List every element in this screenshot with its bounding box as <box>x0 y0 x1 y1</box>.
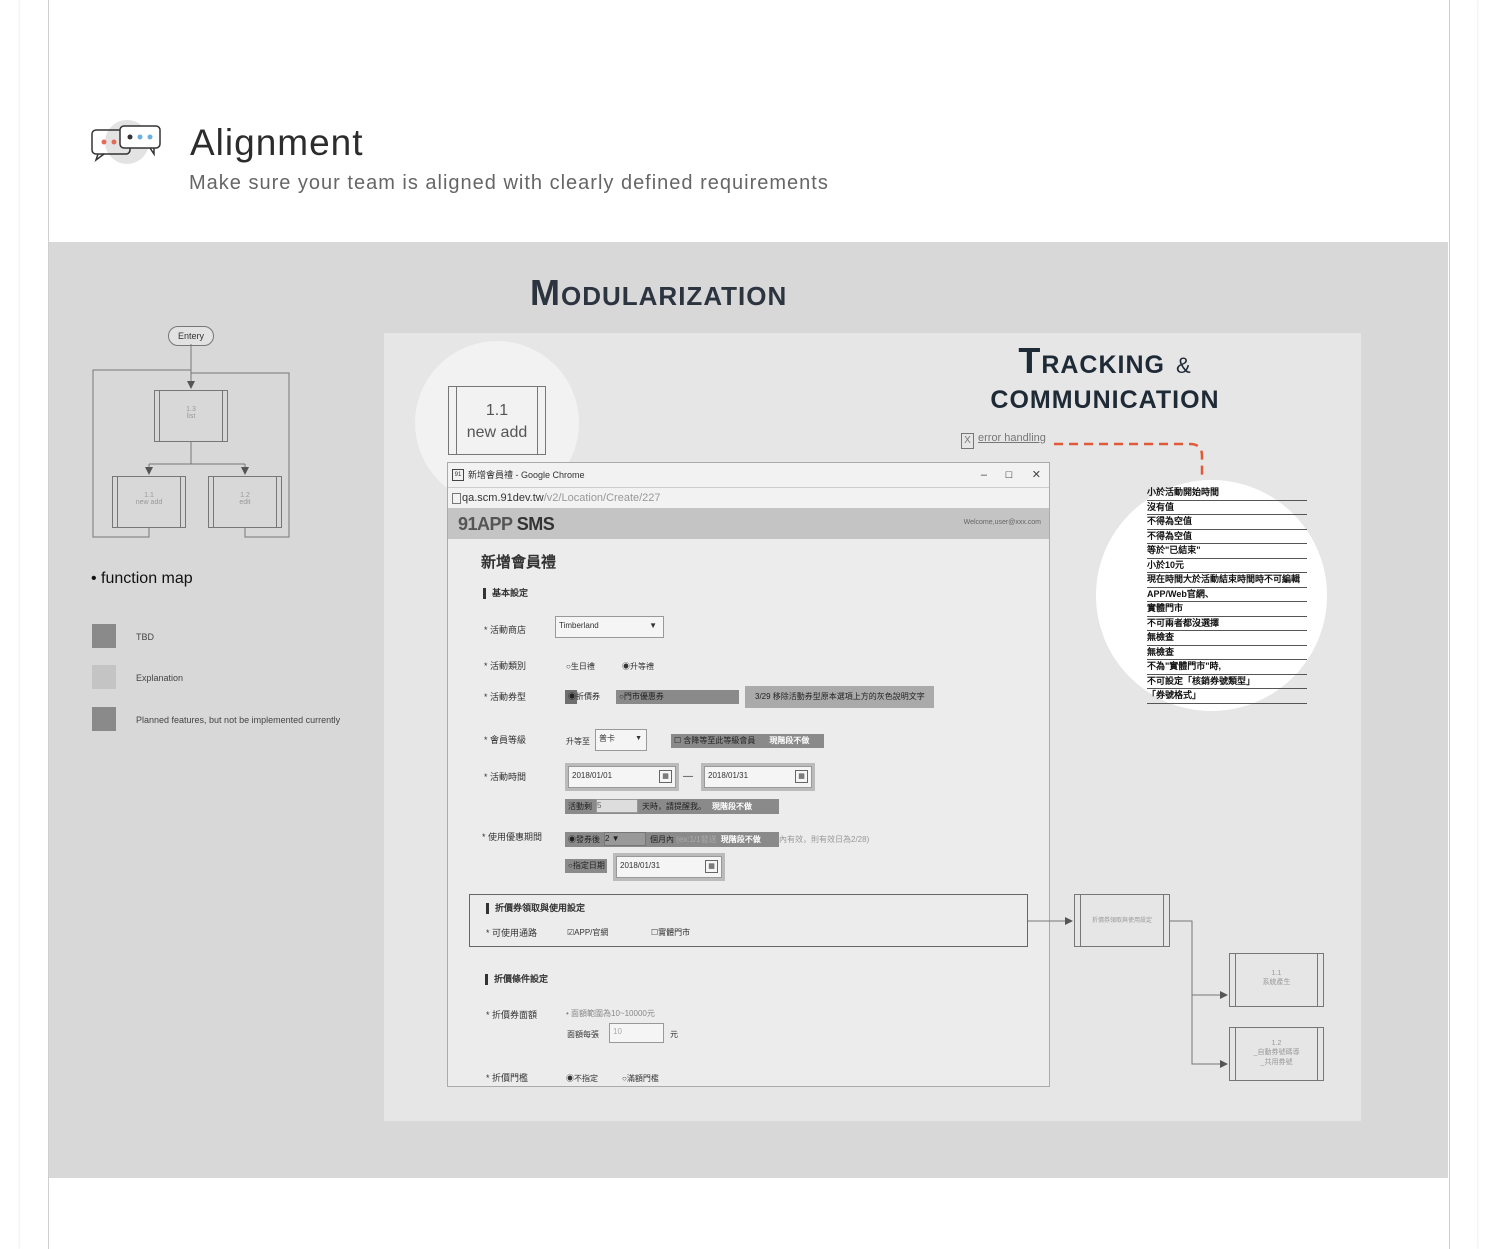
error-item: 不為"實體門市"時, <box>1147 660 1307 675</box>
radio-discount[interactable]: ◉折價券 <box>565 690 600 704</box>
sitemap-system-node: 1.1 系統產生 <box>1229 953 1324 1007</box>
months-hint: 內有效，則有效日為2/28) <box>779 835 870 844</box>
error-item: 實體門市 <box>1147 602 1307 617</box>
entry-node: Entery <box>168 326 214 346</box>
face-each-label: 面額每張 <box>567 1030 599 1039</box>
section-title: Alignment <box>190 122 364 163</box>
specific-date-option[interactable]: ○指定日期 <box>565 859 607 873</box>
face-value-hint: • 面額範圍為10~10000元 <box>566 1009 655 1018</box>
tracking-title: Tracking & communication <box>990 340 1220 414</box>
coupon-use-highlight <box>469 894 1028 947</box>
label-use-period: * 使用優惠期間 <box>482 832 543 842</box>
date-separator: — <box>683 771 693 782</box>
radio-full-threshold[interactable]: ○滿額門檻 <box>622 1073 659 1084</box>
end-date-input[interactable]: 2018/01/31 ▦ <box>704 766 812 788</box>
minimize-icon[interactable]: – <box>981 463 987 487</box>
excel-file-icon: X <box>961 433 974 449</box>
edit-node: 1.2 edit <box>208 476 282 528</box>
error-item: 等於"已結束" <box>1147 544 1307 559</box>
error-handling-link[interactable]: Xerror handling <box>961 432 1046 449</box>
section-conditions: 折價條件設定 <box>485 974 548 985</box>
error-item: 不得為空值 <box>1147 530 1307 544</box>
radio-upgrade[interactable]: ◉升等禮 <box>622 661 654 672</box>
legend-label-planned: Planned features, but not be implemented… <box>136 715 341 725</box>
modularization-title: Modularization <box>530 272 788 313</box>
include-lower-checkbox[interactable]: ☐ 含降等至此等級會員 現階段不做 <box>671 734 824 748</box>
browser-window: 91 新增會員禮 - Google Chrome – ☐ ✕ qa.scm.91… <box>447 462 1050 1087</box>
maximize-icon[interactable]: ☐ <box>1005 463 1013 487</box>
label-member-level: * 會員等級 <box>484 735 527 745</box>
note-coupon-type: 3/29 移除活動券型原本選項上方的灰色說明文字 <box>745 686 934 708</box>
close-icon[interactable]: ✕ <box>1032 463 1041 487</box>
error-item: 不可兩者都沒選擇 <box>1147 617 1307 631</box>
form-title: 新增會員禮 <box>481 554 557 571</box>
sitemap-auto-node: 1.2 _自動券號碼導 _共用券號 <box>1229 1027 1324 1081</box>
label-activity-time: * 活動時間 <box>484 772 527 782</box>
label-category: * 活動類別 <box>484 661 527 671</box>
new-add-node: 1.1 new add <box>112 476 186 528</box>
function-map: Entery 1.3 list 1.1 new add 1.2 edit <box>90 322 300 552</box>
error-item: 小於10元 <box>1147 559 1307 573</box>
browser-titlebar: 91 新增會員禮 - Google Chrome – ☐ ✕ <box>448 463 1049 488</box>
radio-no-threshold[interactable]: ◉不指定 <box>566 1073 598 1084</box>
address-bar[interactable]: qa.scm.91dev.tw/v2/Location/Create/227 <box>448 488 1049 508</box>
sitemap-parent-node: 折價券領取與使用設定 <box>1074 894 1170 947</box>
new-add-callout: 1.1 new add <box>448 386 546 455</box>
calendar-icon[interactable]: ▦ <box>795 770 808 783</box>
favicon-icon: 91 <box>452 469 464 481</box>
upgrade-to-text: 升等至 <box>566 737 590 746</box>
radio-birthday[interactable]: ○生日禮 <box>566 661 595 672</box>
section-basic: 基本設定 <box>483 588 528 599</box>
error-item: 不得為空值 <box>1147 515 1307 530</box>
label-face-value: * 折價券面額 <box>486 1010 538 1020</box>
error-item: 小於活動開始時間 <box>1147 486 1307 501</box>
face-value-input[interactable]: 10 <box>609 1023 664 1043</box>
app-header: 91APP SMS Welcome,user@xxx.com <box>448 508 1049 539</box>
label-threshold: * 折價門檻 <box>486 1073 529 1083</box>
chat-bubbles-icon <box>91 120 161 164</box>
error-handling-list: 小於活動開始時間 沒有值 不得為空值 不得為空值 等於"已結束" 小於10元 現在時間大於活… <box>1147 486 1307 704</box>
start-date-input[interactable]: 2018/01/01 ▦ <box>568 766 676 788</box>
radio-store-coupon[interactable]: ○門市優惠券 <box>616 690 739 704</box>
error-item: 「券號格式」 <box>1147 689 1307 704</box>
label-store: * 活動商店 <box>484 625 527 635</box>
function-map-caption: • function map <box>91 570 193 587</box>
calendar-icon[interactable]: ▦ <box>659 770 672 783</box>
error-item: 沒有值 <box>1147 501 1307 515</box>
legend-label-explanation: Explanation <box>136 673 184 683</box>
store-select[interactable]: Timberland ▼ <box>555 616 664 638</box>
legend-swatch-planned <box>92 707 116 731</box>
level-select[interactable]: 普卡 ▼ <box>595 729 647 751</box>
app-logo[interactable]: 91APP SMS <box>458 514 555 535</box>
legend-swatch-tbd <box>92 624 116 648</box>
remind-setting: 活動剩 5 天時，請提醒我。 現階段不做 <box>565 799 779 814</box>
error-item: APP/Web官網、 <box>1147 588 1307 602</box>
legend-swatch-explanation <box>92 665 116 689</box>
error-item: 無檢查 <box>1147 646 1307 660</box>
page-icon <box>452 493 461 504</box>
error-item: 無檢查 <box>1147 631 1307 646</box>
face-unit: 元 <box>670 1030 678 1039</box>
section-subtitle: Make sure your team is aligned with clea… <box>189 172 829 194</box>
legend-label-tbd: TBD <box>136 632 154 642</box>
specific-date-input[interactable]: 2018/01/31 ▦ <box>616 856 722 878</box>
welcome-text: Welcome,user@xxx.com <box>963 519 1041 526</box>
after-issue-option[interactable]: ◉發券後 2 ▼ 個月內 (ex:1/1發送 現階段不做 <box>565 832 779 847</box>
calendar-icon[interactable]: ▦ <box>705 860 718 873</box>
error-item: 不可設定「核銷券號類型」 <box>1147 675 1307 689</box>
label-coupon-type: * 活動券型 <box>484 692 527 702</box>
list-node: 1.3 list <box>154 390 228 442</box>
error-item: 現在時間大於活動結束時間時不可編輯 <box>1147 573 1307 588</box>
window-title: 新增會員禮 - Google Chrome <box>468 470 585 480</box>
